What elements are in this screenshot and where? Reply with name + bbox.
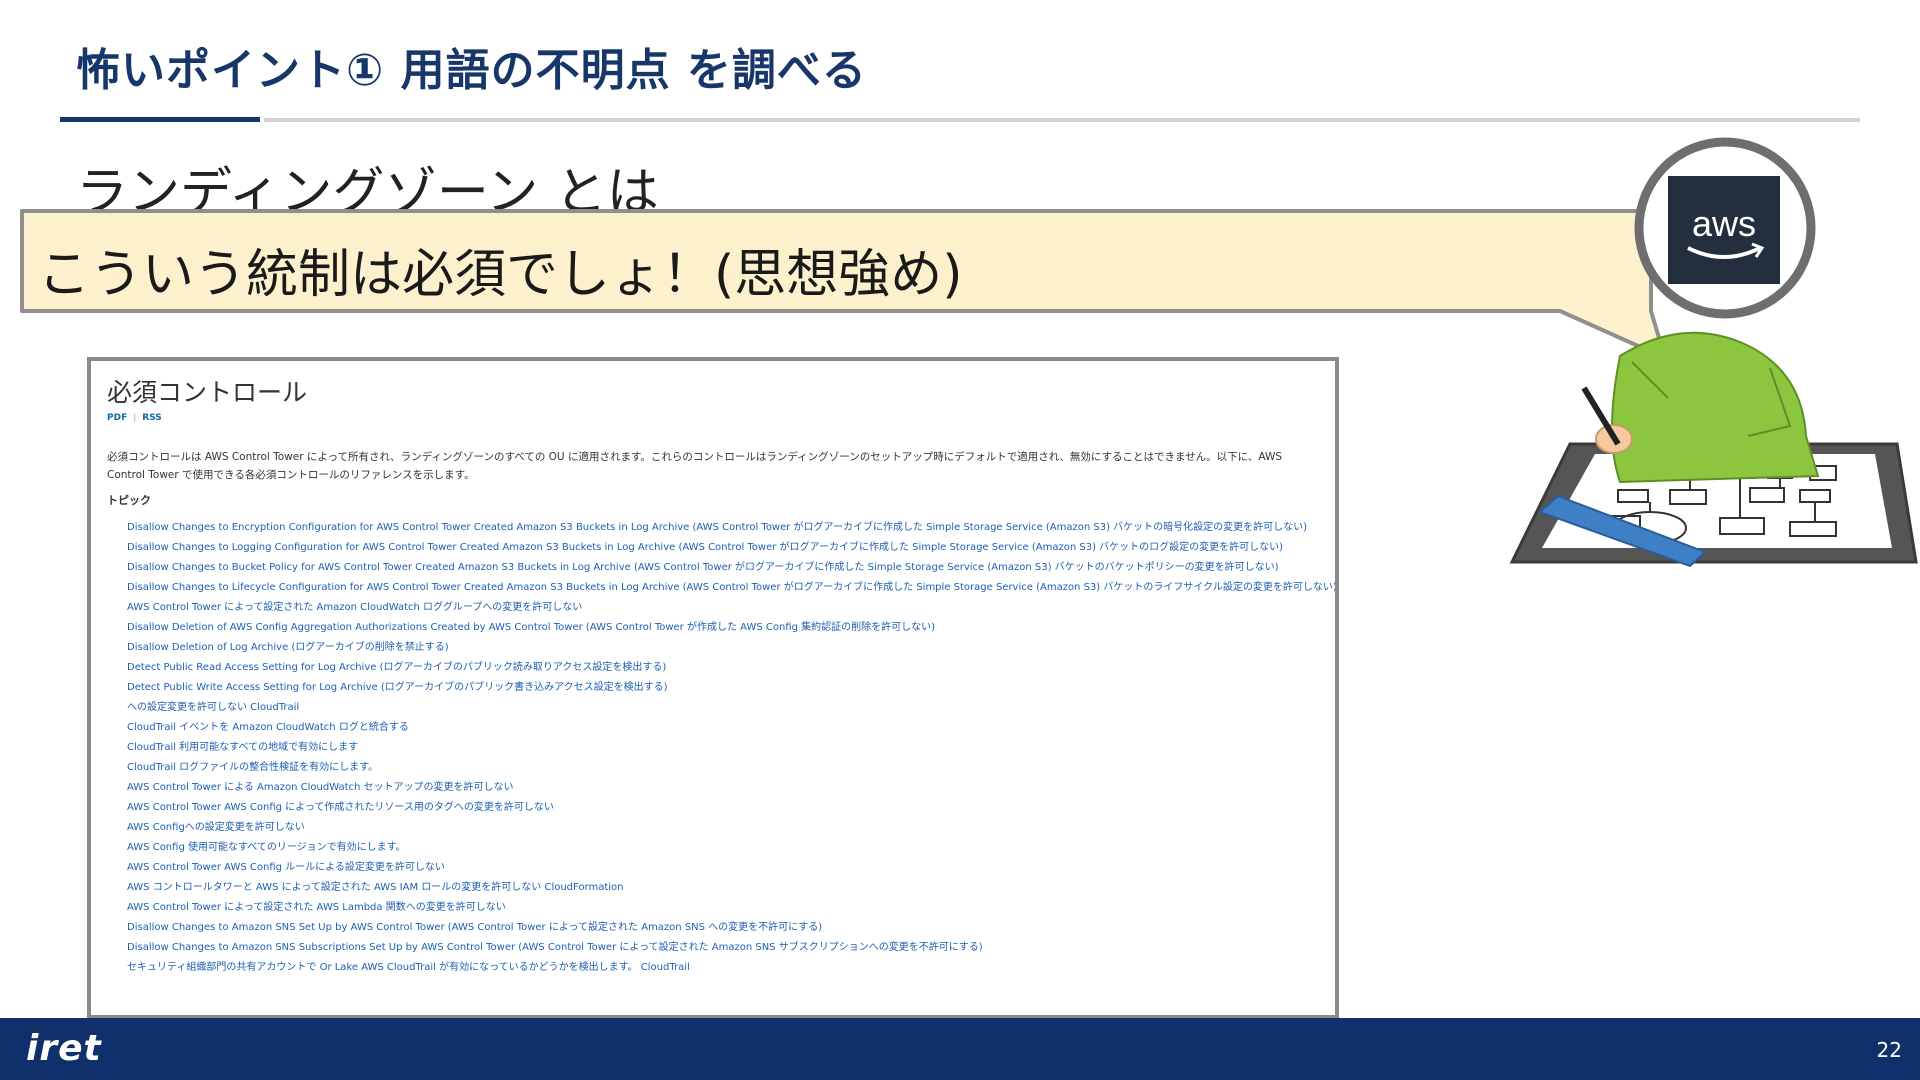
topic-link[interactable]: AWS Control Tower による Amazon CloudWatch … (127, 778, 1335, 798)
topic-link[interactable]: セキュリティ組織部門の共有アカウントで Or Lake AWS CloudTra… (127, 958, 1335, 978)
topic-link[interactable]: Disallow Deletion of AWS Config Aggregat… (127, 618, 1335, 638)
doc-intro: 必須コントロールは AWS Control Tower によって所有され、ランデ… (107, 451, 1282, 481)
company-logo: iret (26, 1028, 102, 1069)
topic-link[interactable]: CloudTrail 利用可能なすべての地域で有効にします (127, 738, 1335, 758)
topic-link[interactable]: Disallow Changes to Lifecycle Configurat… (127, 578, 1335, 598)
pdf-link[interactable]: PDF (107, 413, 127, 423)
topic-link[interactable]: AWS Config 使用可能なすべてのリージョンで有効にします。 (127, 838, 1335, 858)
topic-link[interactable]: Disallow Changes to Bucket Policy for AW… (127, 558, 1335, 578)
topic-link[interactable]: Disallow Changes to Amazon SNS Subscript… (127, 938, 1335, 958)
topic-link[interactable]: Disallow Changes to Logging Configuratio… (127, 538, 1335, 558)
speech-bubble-text: こういう統制は必須でしょ！(思想強め) (38, 245, 963, 305)
topic-link[interactable]: AWS Control Tower AWS Config ルールによる設定変更を… (127, 858, 1335, 878)
doc-heading: 必須コントロール (107, 378, 308, 407)
topic-link[interactable]: AWS Configへの設定変更を許可しない (127, 818, 1335, 838)
topic-link[interactable]: AWS Control Tower によって設定された AWS Lambda 関… (127, 898, 1335, 918)
link-separator: | (133, 413, 137, 423)
aws-logo-text: aws (1692, 203, 1756, 244)
rss-link[interactable]: RSS (142, 413, 162, 423)
topic-link[interactable]: CloudTrail ログファイルの整合性検証を有効にします。 (127, 758, 1335, 778)
doc-screenshot: 必須コントロール PDF | RSS 必須コントロールは AWS Control T… (87, 357, 1339, 1019)
footer-bar: iret 22 (0, 1018, 1920, 1080)
topic-link[interactable]: への設定変更を許可しない CloudTrail (127, 698, 1335, 718)
topic-link[interactable]: CloudTrail イベントを Amazon CloudWatch ログと統合… (127, 718, 1335, 738)
doc-format-links: PDF | RSS (107, 413, 162, 423)
topic-link[interactable]: Disallow Deletion of Log Archive (ログアーカイ… (127, 638, 1335, 658)
person-figure (1581, 331, 1820, 484)
topic-link[interactable]: Detect Public Read Access Setting for Lo… (127, 658, 1335, 678)
aws-avatar: aws (1634, 137, 1816, 319)
topic-list: Disallow Changes to Encryption Configura… (107, 518, 1335, 978)
page-number: 22 (1876, 1038, 1902, 1062)
topic-link[interactable]: Disallow Changes to Encryption Configura… (127, 518, 1335, 538)
architect-illustration: aws (1509, 137, 1918, 568)
topic-link[interactable]: AWS Control Tower AWS Config によって作成されたリソ… (127, 798, 1335, 818)
topic-link[interactable]: Disallow Changes to Amazon SNS Set Up by… (127, 918, 1335, 938)
topic-link[interactable]: AWS コントロールタワーと AWS によって設定された AWS IAM ロール… (127, 878, 1335, 898)
topic-link[interactable]: AWS Control Tower によって設定された Amazon Cloud… (127, 598, 1335, 618)
topic-link[interactable]: Detect Public Write Access Setting for L… (127, 678, 1335, 698)
topic-label: トピック (107, 494, 151, 507)
